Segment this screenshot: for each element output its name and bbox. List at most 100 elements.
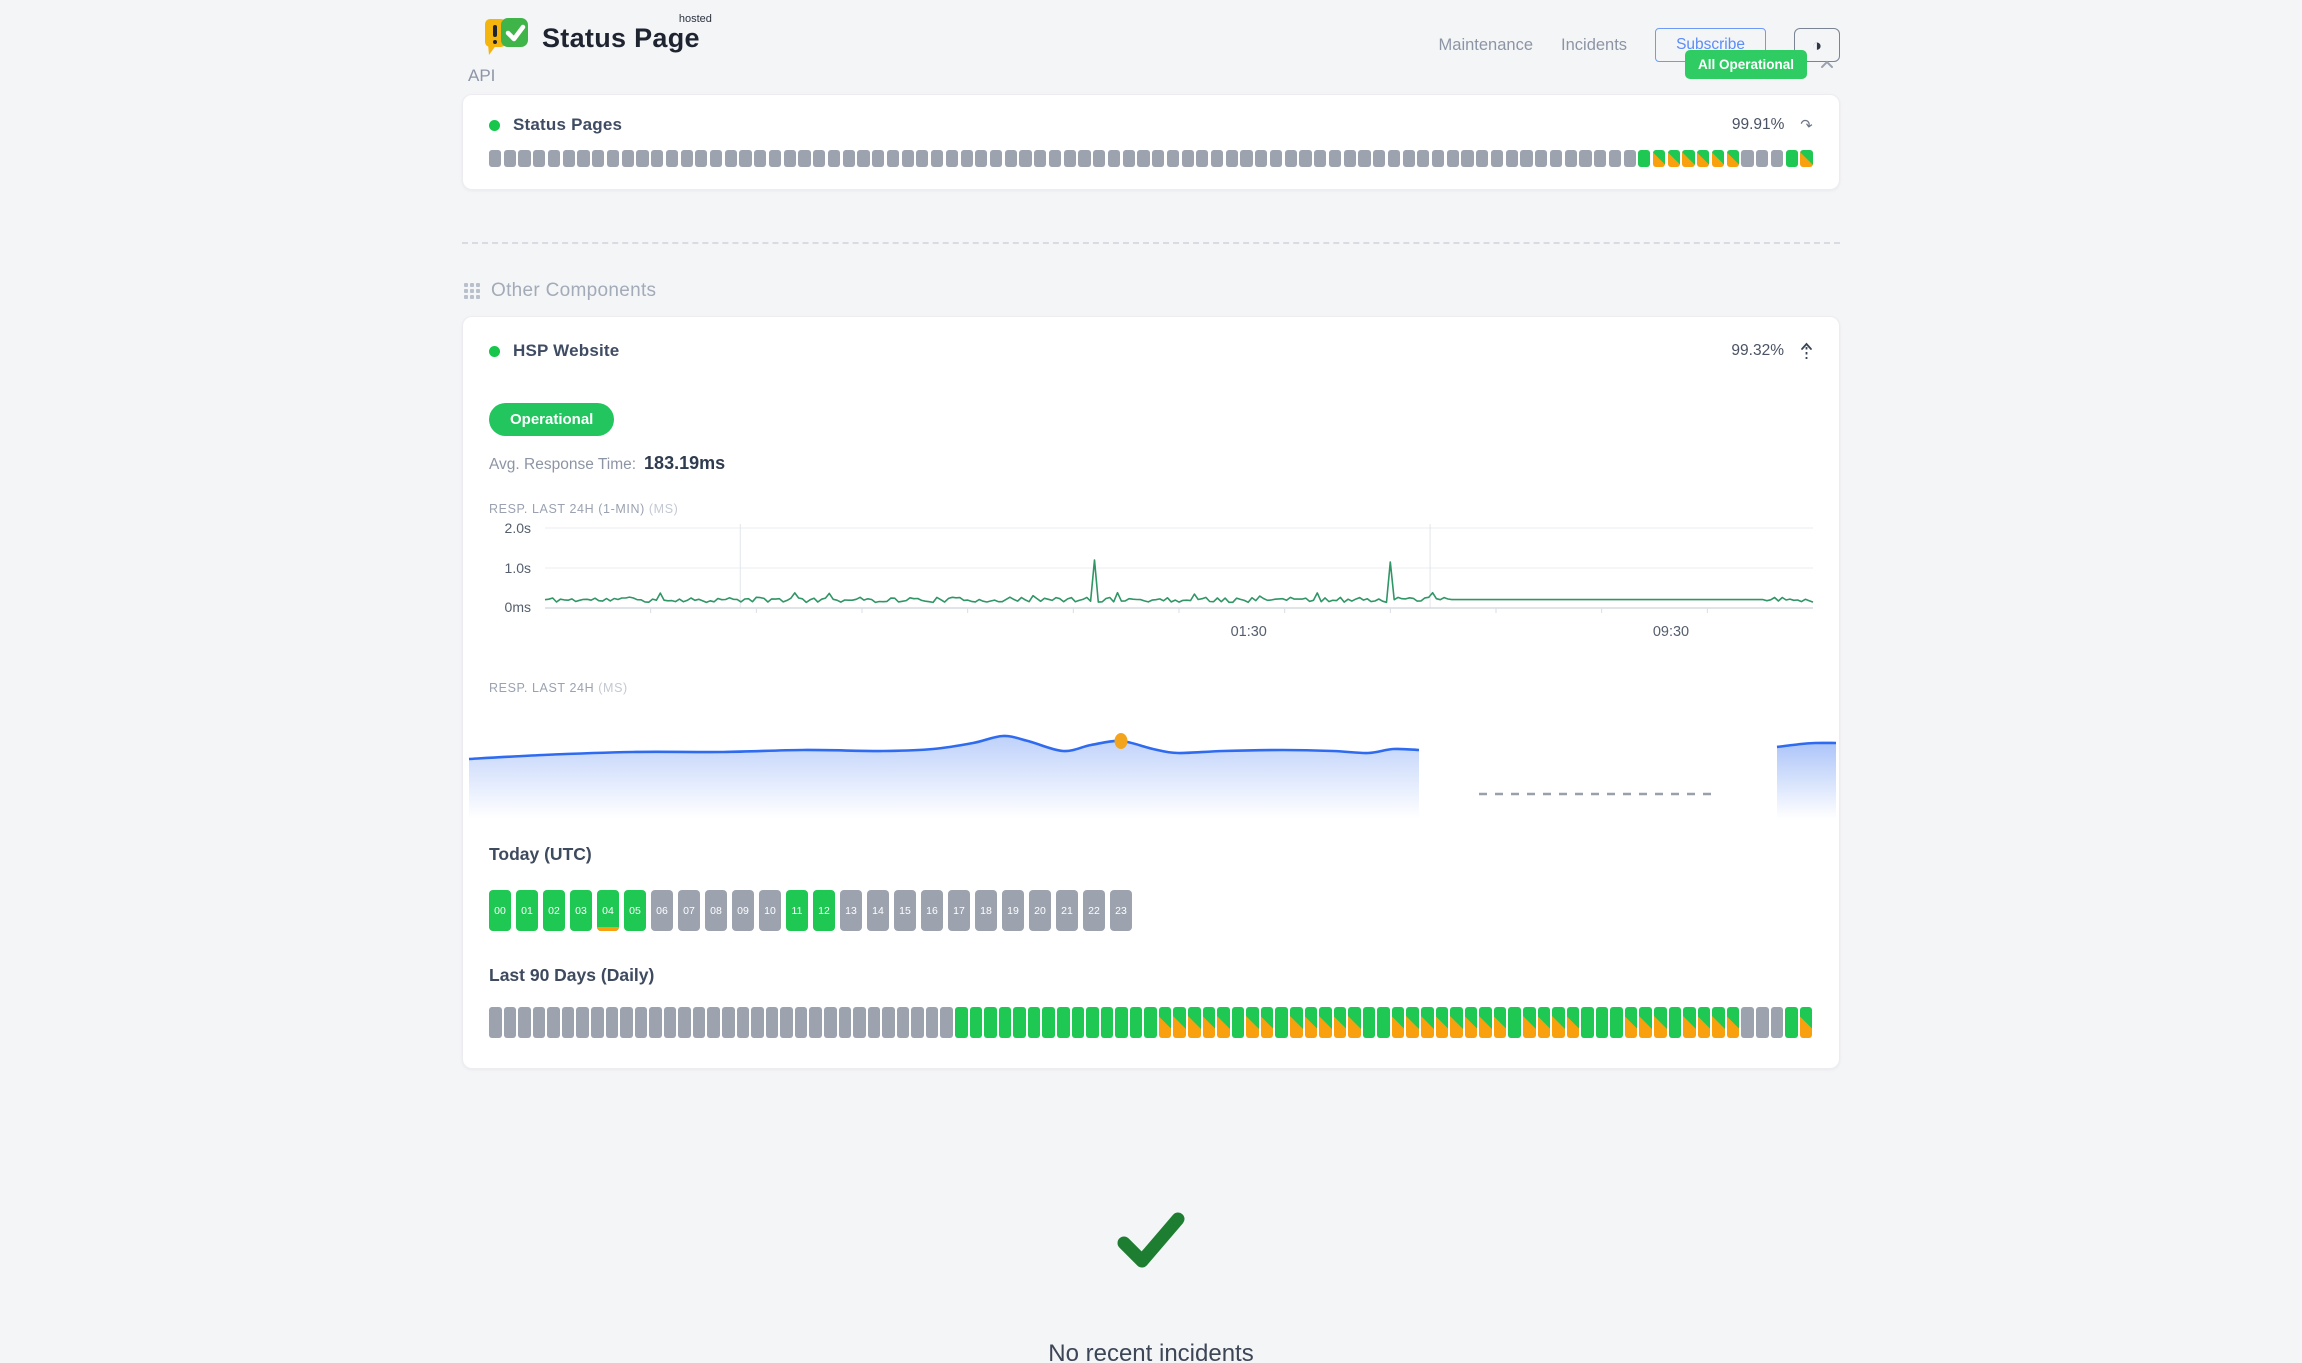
uptime-day-block <box>1217 1007 1230 1038</box>
uptime-day-block <box>1203 1007 1216 1038</box>
uptime-day-block <box>1579 150 1591 167</box>
uptime-day-block <box>1669 1007 1682 1038</box>
uptime-day-block <box>1421 1007 1434 1038</box>
uptime-day-block <box>548 150 560 167</box>
nav-item-incidents[interactable]: Incidents <box>1561 36 1627 55</box>
uptime-day-block <box>710 150 722 167</box>
uptime-day-block <box>1182 150 1194 167</box>
uptime-day-block <box>739 150 751 167</box>
uptime-day-block <box>1042 1007 1055 1038</box>
uptime-day-block <box>649 1007 662 1038</box>
uptime-day-block <box>1712 1007 1725 1038</box>
uptime-day-block <box>635 1007 648 1038</box>
uptime-day-block <box>1290 1007 1303 1038</box>
uptime-day-block <box>1406 1007 1419 1038</box>
uptime-day-block <box>990 150 1002 167</box>
uptime-percent: 99.91% <box>1732 116 1785 134</box>
uptime-day-block <box>1348 1007 1361 1038</box>
uptime-day-block <box>1246 1007 1259 1038</box>
uptime-day-block <box>1005 150 1017 167</box>
uptime-day-block <box>1594 150 1606 167</box>
today-hour-blocks: 0001020304050607080910111213141516171819… <box>489 890 1813 931</box>
no-incidents-title: No recent incidents <box>462 1340 1840 1363</box>
collapse-up-icon[interactable] <box>1800 342 1813 361</box>
hour-block-13: 13 <box>840 890 862 931</box>
chevron-up-icon[interactable] <box>1820 60 1834 69</box>
uptime-day-block <box>916 150 928 167</box>
uptime-day-block <box>1232 1007 1245 1038</box>
uptime-day-block <box>1465 1007 1478 1038</box>
uptime-day-block <box>1358 150 1370 167</box>
uptime-day-block <box>576 1007 589 1038</box>
uptime-day-block <box>1255 150 1267 167</box>
uptime-day-block <box>955 1007 968 1038</box>
uptime-day-block <box>824 1007 837 1038</box>
uptime-day-block <box>504 150 516 167</box>
uptime-day-block <box>1581 1007 1594 1038</box>
uptime-day-block <box>518 150 530 167</box>
nav-item-maintenance[interactable]: Maintenance <box>1439 36 1533 55</box>
hour-block-22: 22 <box>1083 890 1105 931</box>
uptime-day-block <box>1491 150 1503 167</box>
uptime-day-block <box>489 1007 502 1038</box>
uptime-day-block <box>1137 150 1149 167</box>
uptime-day-block <box>1447 150 1459 167</box>
uptime-day-block <box>887 150 899 167</box>
uptime-day-block <box>766 1007 779 1038</box>
uptime-day-block <box>1535 150 1547 167</box>
app-logo: Status Page hosted <box>484 16 730 60</box>
hover-dot <box>1115 733 1128 749</box>
uptime-day-block <box>1538 1007 1551 1038</box>
logo-title: Status Page <box>542 23 700 53</box>
uptime-day-block <box>1654 1007 1667 1038</box>
uptime-day-block <box>1078 150 1090 167</box>
refresh-icon[interactable]: ↷ <box>1799 115 1815 135</box>
uptime-day-block <box>666 150 678 167</box>
uptime-day-block <box>984 1007 997 1038</box>
uptime-day-block <box>1093 150 1105 167</box>
hour-block-01: 01 <box>516 890 538 931</box>
uptime-day-block <box>1698 1007 1711 1038</box>
logo-hosted-label: hosted <box>679 13 712 25</box>
svg-text:09:30: 09:30 <box>1653 624 1689 640</box>
uptime-day-block <box>533 1007 546 1038</box>
uptime-day-block <box>780 1007 793 1038</box>
hour-block-04: 04 <box>597 890 619 931</box>
uptime-day-block <box>1299 150 1311 167</box>
uptime-day-block <box>1771 1007 1784 1038</box>
hour-block-05: 05 <box>624 890 646 931</box>
hour-block-00: 00 <box>489 890 511 931</box>
uptime-day-block <box>518 1007 531 1038</box>
uptime-day-block <box>1377 1007 1390 1038</box>
uptime-day-block <box>1363 1007 1376 1038</box>
chart-1min-label: RESP. LAST 24H (1-MIN) (MS) <box>489 502 1813 516</box>
uptime-day-block <box>1683 1007 1696 1038</box>
uptime-day-block <box>1240 150 1252 167</box>
uptime-day-block <box>577 150 589 167</box>
uptime-day-block <box>636 150 648 167</box>
uptime-day-block <box>562 1007 575 1038</box>
uptime-day-block <box>999 1007 1012 1038</box>
uptime-day-block <box>1697 150 1709 167</box>
uptime-day-block <box>722 1007 735 1038</box>
svg-text:2.0s: 2.0s <box>505 520 531 536</box>
overall-status: All Operational <box>1685 50 1834 79</box>
uptime-day-block <box>911 1007 924 1038</box>
uptime-day-block <box>1727 150 1739 167</box>
uptime-day-block <box>1108 150 1120 167</box>
uptime-day-block <box>769 150 781 167</box>
last-90-days-bar <box>489 1007 1813 1038</box>
uptime-day-block <box>1049 150 1061 167</box>
component-name: HSP Website <box>513 341 619 361</box>
hour-block-08: 08 <box>705 890 727 931</box>
uptime-day-block <box>1130 1007 1143 1038</box>
uptime-day-block <box>1314 150 1326 167</box>
uptime-day-block <box>1270 150 1282 167</box>
uptime-day-block <box>651 150 663 167</box>
uptime-day-block <box>795 1007 808 1038</box>
uptime-day-block <box>798 150 810 167</box>
uptime-day-block <box>681 150 693 167</box>
hour-block-12: 12 <box>813 890 835 931</box>
hour-block-10: 10 <box>759 890 781 931</box>
uptime-day-block <box>1786 150 1798 167</box>
